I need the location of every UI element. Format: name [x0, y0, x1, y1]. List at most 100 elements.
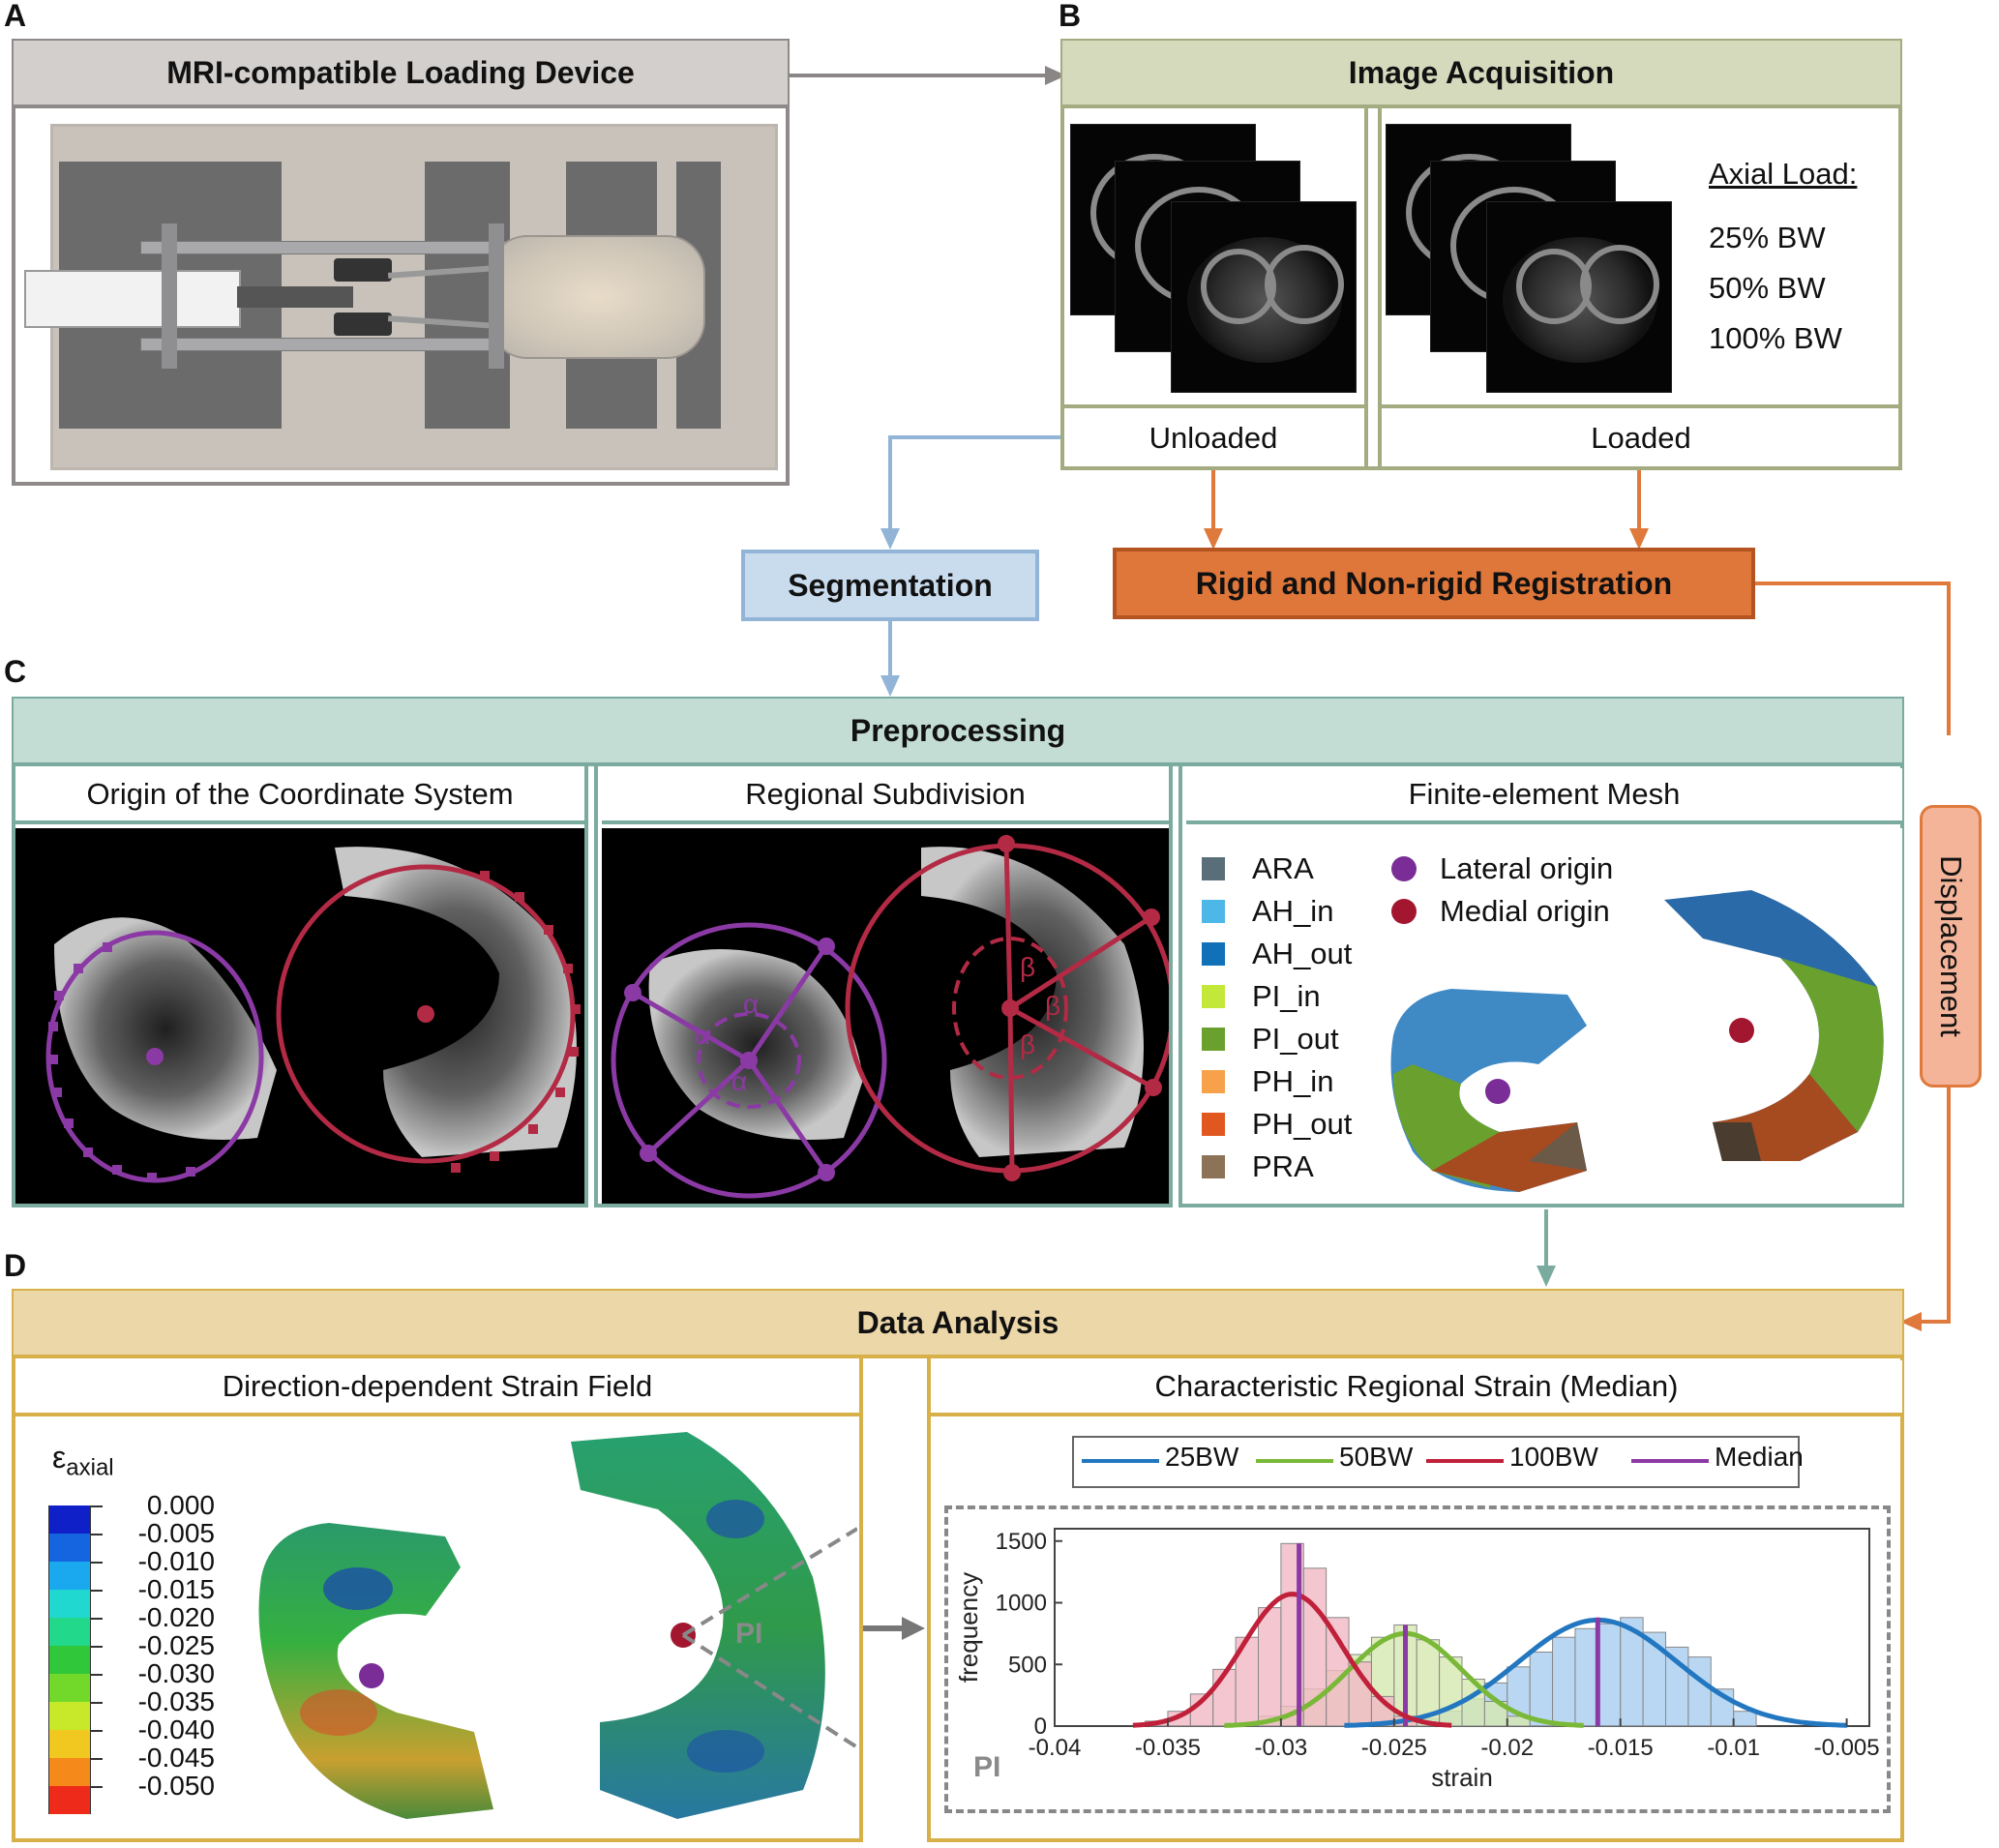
alpha-label-2: α [743, 989, 760, 1019]
beta-label-3: β [1020, 1029, 1036, 1059]
legend-line [1426, 1459, 1504, 1463]
colorbar-segment [48, 1730, 91, 1758]
legend-label: PRA [1252, 1149, 1314, 1183]
colorbar-segment [48, 1618, 91, 1646]
mesh-illustration [1390, 890, 1884, 1192]
displacement-box: Displacement [1920, 805, 1982, 1088]
legend-swatch [1202, 1113, 1225, 1136]
legend-label: AH_in [1252, 894, 1334, 928]
flow-arrows-top [880, 435, 1951, 735]
origin-overlay [45, 847, 581, 1183]
alpha-label-3: α [731, 1066, 748, 1096]
beta-label-1: β [1020, 952, 1036, 982]
legend-series-label: 100BW [1509, 1442, 1598, 1472]
colorbar-tick [91, 1562, 103, 1564]
origin-subtitle: Origin of the Coordinate System [15, 768, 584, 824]
pi-label-strain: PI [735, 1618, 763, 1650]
y-tick-label: 1000 [996, 1591, 1047, 1617]
regional-image: α α α β β β [602, 828, 1176, 1204]
displacement-arrow [1900, 1088, 1951, 1331]
x-tick-label: -0.035 [1135, 1735, 1201, 1761]
legend-swatch [1202, 985, 1225, 1008]
legend-label: PI_in [1252, 979, 1321, 1013]
colorbar-tick-label: -0.030 [137, 1658, 215, 1688]
colorbar-tick [91, 1730, 103, 1732]
d-sep [859, 1358, 931, 1842]
legend-label: PH_in [1252, 1064, 1334, 1098]
colorbar-tick [91, 1786, 103, 1788]
x-tick-label: -0.03 [1255, 1735, 1308, 1761]
legend-swatch [1202, 857, 1225, 880]
alpha-label-1: α [695, 1020, 711, 1050]
colorbar-tick [91, 1646, 103, 1648]
colorbar-tick-label: -0.035 [137, 1686, 215, 1716]
data-analysis-title: Data Analysis [14, 1291, 1902, 1358]
origin-dot [1391, 856, 1417, 881]
regional-strain-subtitle: Characteristic Regional Strain (Median) [931, 1360, 1902, 1416]
legend-label: ARA [1252, 851, 1314, 885]
colorbar-tick-label: -0.005 [137, 1518, 215, 1548]
colorbar-tick-label: -0.045 [137, 1743, 215, 1773]
y-tick-label: 0 [1034, 1714, 1047, 1740]
histogram-bar [1687, 1656, 1712, 1727]
colorbar-tick-label: -0.050 [137, 1771, 215, 1801]
x-tick-label: -0.01 [1707, 1735, 1760, 1761]
preprocessing-title: Preprocessing [14, 699, 1902, 766]
mesh-legend-item: PH_out [1202, 1107, 1352, 1142]
mesh-legend-item: PI_in [1202, 979, 1321, 1014]
x-tick-label: -0.015 [1588, 1735, 1654, 1761]
colorbar-tick [91, 1758, 103, 1760]
epsilon-label: εaxial [52, 1440, 114, 1481]
colorbar-tick-label: -0.015 [137, 1574, 215, 1604]
registration-box: Rigid and Non-rigid Registration [1113, 548, 1755, 619]
displacement-label: Displacement [1934, 855, 1968, 1037]
beta-label-2: β [1045, 991, 1061, 1021]
legend-swatch [1202, 900, 1225, 923]
colorbar-segment [48, 1562, 91, 1590]
segmentation-box: Segmentation [741, 550, 1039, 621]
colorbar-tick [91, 1674, 103, 1676]
legend-swatch [1202, 1070, 1225, 1093]
colorbar-segment [48, 1646, 91, 1674]
legend-label: AH_out [1252, 937, 1353, 970]
panel-letter-c: C [4, 654, 27, 689]
colorbar-tick [91, 1702, 103, 1704]
legend-swatch [1202, 1028, 1225, 1051]
mesh-legend-item: PRA [1202, 1149, 1314, 1184]
colorbar-tick-label: -0.025 [137, 1630, 215, 1660]
colorbar-tick [91, 1590, 103, 1592]
colorbar-tick-label: -0.040 [137, 1714, 215, 1744]
y-tick-label: 500 [1008, 1652, 1047, 1678]
epsilon-symbol: ε [52, 1440, 67, 1475]
c-sep-2 [1169, 766, 1182, 1207]
legend-line [1256, 1459, 1333, 1463]
c-sep-1 [584, 766, 598, 1207]
histogram-bar [1574, 1627, 1598, 1727]
colorbar-segment [48, 1505, 91, 1534]
colorbar-tick-label: -0.010 [137, 1546, 215, 1576]
x-tick-label: -0.025 [1361, 1735, 1427, 1761]
x-tick-label: -0.02 [1480, 1735, 1534, 1761]
mesh-legend-item: PI_out [1202, 1022, 1339, 1057]
legend-swatch [1202, 942, 1225, 966]
histogram-bar [1258, 1607, 1282, 1727]
panel-letter-d: D [4, 1248, 27, 1283]
arrow-to-histogram [863, 1617, 925, 1640]
strain-field-subtitle: Direction-dependent Strain Field [15, 1360, 859, 1416]
histogram-bar [1552, 1636, 1576, 1727]
y-tick-label: 1500 [996, 1529, 1047, 1555]
colorbar-segment [48, 1786, 91, 1814]
x-tick-label: -0.005 [1814, 1735, 1880, 1761]
legend-series-label: 50BW [1339, 1442, 1414, 1472]
colorbar-tick [91, 1618, 103, 1620]
colorbar-segment [48, 1534, 91, 1562]
mesh-legend-item: ARA [1202, 851, 1314, 886]
histogram-bar [1529, 1652, 1554, 1727]
epsilon-subscript: axial [66, 1454, 114, 1481]
mesh-legend-item: PH_in [1202, 1064, 1333, 1099]
legend-label: PI_out [1252, 1022, 1339, 1056]
regional-overlay [611, 835, 1176, 1199]
colorbar-tick-label: -0.020 [137, 1602, 215, 1632]
colorbar-tick-label: 0.000 [146, 1490, 215, 1520]
y-axis-label: frequency [954, 1572, 983, 1683]
